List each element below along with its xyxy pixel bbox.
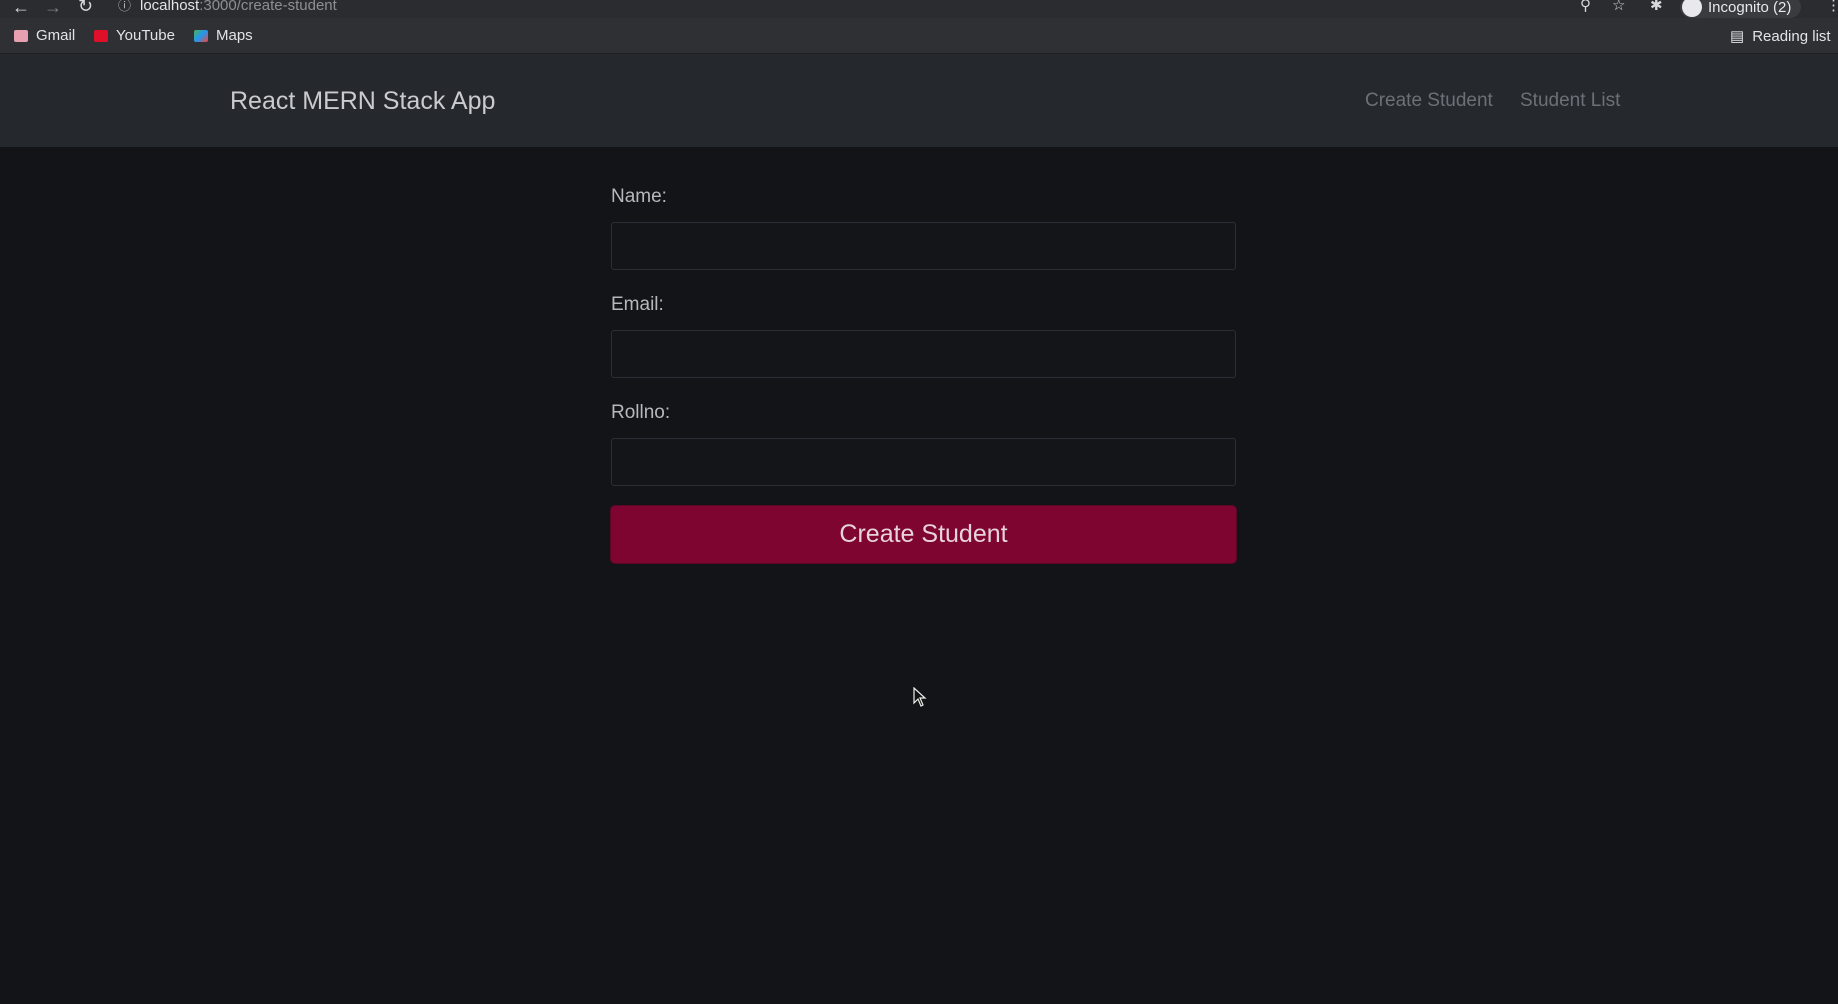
nav-student-list[interactable]: Student List — [1520, 90, 1620, 112]
mouse-cursor-icon — [913, 687, 927, 707]
bookmark-gmail[interactable]: Gmail — [14, 27, 75, 44]
email-input[interactable] — [611, 330, 1236, 378]
youtube-icon — [94, 29, 108, 42]
reading-list-icon: ▤ — [1730, 28, 1745, 45]
profile-label: Incognito (2) — [1708, 0, 1792, 16]
url-path: :3000/create-student — [199, 0, 337, 14]
rollno-label: Rollno: — [611, 402, 671, 423]
zoom-icon[interactable]: ⚲ — [1580, 0, 1591, 15]
create-student-form: Name: Email: Rollno: Create Student — [611, 186, 1236, 563]
nav-create-student[interactable]: Create Student — [1365, 90, 1493, 112]
profile-button[interactable]: Incognito (2) — [1680, 0, 1802, 18]
email-label: Email: — [611, 294, 664, 315]
reload-icon[interactable]: ↻ — [78, 0, 93, 15]
brand-link[interactable]: React MERN Stack App — [230, 87, 495, 116]
name-input[interactable] — [611, 222, 1236, 270]
back-icon[interactable]: ← — [12, 0, 30, 16]
create-student-button[interactable]: Create Student — [611, 506, 1236, 563]
incognito-icon — [1682, 0, 1702, 17]
reading-list-button[interactable]: ▤ Reading list — [1730, 27, 1831, 46]
gmail-icon — [14, 29, 28, 42]
bookmark-youtube[interactable]: YouTube — [94, 27, 175, 44]
bookmarks-bar: Gmail YouTube Maps ▤ Reading list — [0, 18, 1838, 54]
bookmark-maps[interactable]: Maps — [194, 27, 253, 44]
extensions-icon[interactable]: ✱ — [1650, 0, 1663, 15]
address-bar[interactable]: localhost:3000/create-student — [140, 0, 337, 14]
url-host: localhost — [140, 0, 200, 14]
menu-icon[interactable]: ⋮ — [1826, 0, 1838, 15]
rollno-input[interactable] — [611, 438, 1236, 486]
bookmark-label: YouTube — [116, 27, 175, 44]
reading-list-label: Reading list — [1752, 27, 1831, 45]
bookmark-label: Gmail — [36, 27, 76, 44]
browser-toolbar: ← → ↻ ⓘ localhost:3000/create-student ⚲ … — [0, 0, 1838, 18]
maps-icon — [194, 29, 208, 42]
bookmark-label: Maps — [216, 27, 253, 44]
navbar: React MERN Stack App Create Student Stud… — [0, 54, 1838, 147]
forward-icon[interactable]: → — [44, 0, 62, 16]
bookmark-star-icon[interactable]: ☆ — [1612, 0, 1625, 15]
name-label: Name: — [611, 186, 667, 207]
site-info-icon[interactable]: ⓘ — [118, 0, 131, 15]
